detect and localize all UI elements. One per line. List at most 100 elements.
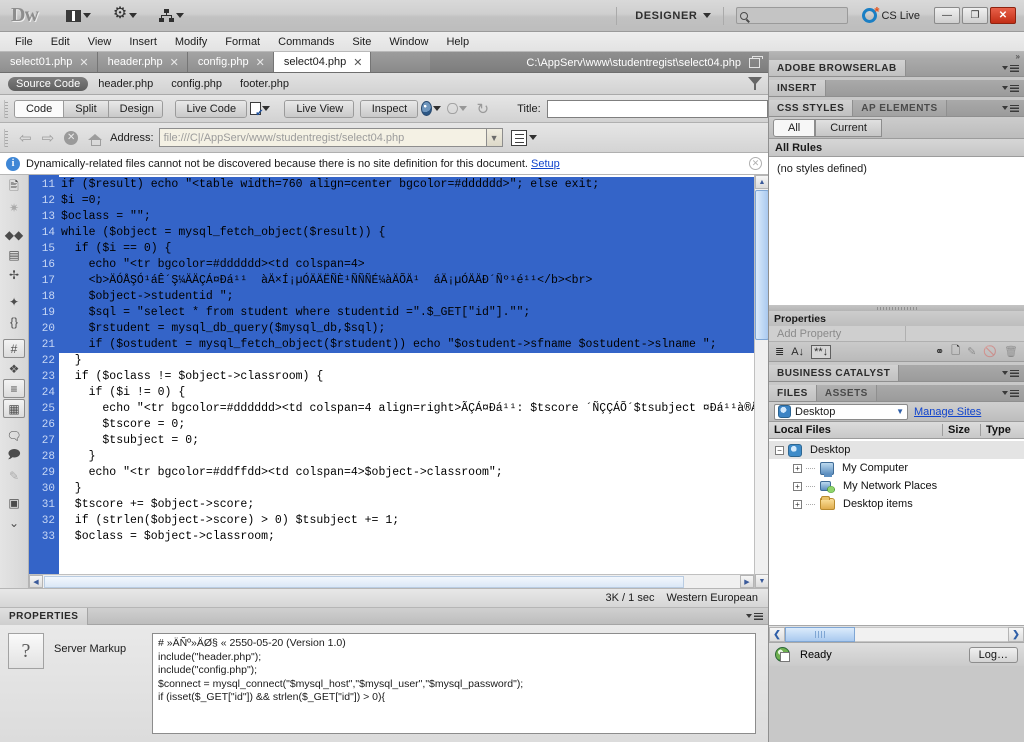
collapse-selection-icon[interactable]: ▤ (3, 245, 25, 264)
show-only-set-properties-icon[interactable]: **↓ (811, 345, 831, 359)
properties-tab[interactable]: PROPERTIES (0, 608, 88, 625)
file-tree-horizontal-scrollbar[interactable]: ❮ ❯ (769, 625, 1024, 642)
visual-aids-button[interactable] (447, 100, 467, 118)
inspect-button[interactable]: Inspect (361, 101, 418, 117)
panel-menu-button[interactable] (746, 613, 763, 620)
workspace-switcher-label[interactable]: DESIGNER (623, 10, 703, 22)
attach-style-sheet-icon[interactable]: ⚭ (935, 345, 944, 358)
code-line[interactable]: echo "<tr bgcolor=#ddffdd><td colspan=4>… (59, 465, 768, 481)
css-rules-list[interactable]: (no styles defined) (769, 157, 1024, 305)
insert-panel-header[interactable]: INSERT (769, 80, 1024, 97)
panel-menu-button[interactable] (997, 60, 1024, 76)
show-category-view-icon[interactable]: ≣ (775, 345, 784, 358)
add-property-row[interactable]: Add Property (769, 326, 1024, 342)
tab-css-styles[interactable]: CSS STYLES (769, 100, 853, 116)
stop-icon[interactable]: ✕ (64, 131, 78, 145)
file-tree-row[interactable]: +My Network Places (769, 477, 1024, 495)
format-source-code-icon[interactable]: ✎ (3, 466, 25, 485)
code-text-area[interactable]: if ($result) echo "<table width=760 alig… (59, 175, 768, 588)
menu-item-commands[interactable]: Commands (269, 34, 343, 50)
tab-files[interactable]: FILES (769, 385, 817, 401)
more-tools-icon[interactable]: ⌄ (3, 513, 25, 532)
delete-property-icon[interactable]: 🗑 (1004, 345, 1018, 358)
browserlab-tab[interactable]: ADOBE BROWSERLAB (769, 60, 906, 76)
site-select[interactable]: Desktop ▼ (774, 404, 908, 420)
file-tree-row[interactable]: +Desktop items (769, 495, 1024, 513)
chevron-down-icon[interactable] (529, 135, 537, 140)
design-view-button[interactable]: Design (109, 101, 163, 117)
restore-button[interactable]: ❐ (962, 7, 988, 24)
menu-item-view[interactable]: View (79, 34, 121, 50)
panel-menu-button[interactable] (997, 365, 1024, 381)
expand-icon[interactable]: + (793, 464, 802, 473)
scroll-left-button[interactable]: ❮ (769, 627, 785, 642)
panel-menu-button[interactable] (997, 100, 1024, 116)
code-line[interactable]: if ($oclass != $object->classroom) { (59, 369, 768, 385)
scroll-left-button[interactable]: ◀ (29, 575, 43, 588)
code-line[interactable]: if ($i != 0) { (59, 385, 768, 401)
expand-all-icon[interactable]: ✢ (3, 265, 25, 284)
column-local-files[interactable]: Local Files (769, 424, 942, 436)
horizontal-scroll-thumb[interactable] (44, 576, 684, 588)
code-vertical-scrollbar[interactable]: ▲ ▼ (754, 175, 768, 588)
document-tab[interactable]: config.php✕ (188, 52, 274, 72)
expand-icon[interactable]: + (793, 482, 802, 491)
document-tab[interactable]: select01.php✕ (0, 52, 98, 72)
code-line[interactable]: $oclass = ""; (59, 209, 768, 225)
open-documents-icon[interactable]: 🖹 (3, 178, 25, 197)
file-tree-row[interactable]: −Desktop (769, 441, 1024, 459)
menu-item-insert[interactable]: Insert (120, 34, 166, 50)
code-line[interactable]: $sql = "select * from student where stud… (59, 305, 768, 321)
code-line[interactable]: } (59, 353, 768, 369)
scroll-up-button[interactable]: ▲ (755, 175, 769, 189)
server-markup-code[interactable]: # »ÄÑº»ÄØ§ « 2550-05-20 (Version 1.0) in… (152, 633, 756, 734)
layout-switcher-button[interactable] (64, 8, 93, 24)
menu-item-modify[interactable]: Modify (166, 34, 216, 50)
collapse-full-tag-icon-2[interactable]: ◆◆ (3, 225, 25, 244)
code-line[interactable]: echo "<tr bgcolor=#dddddd><td colspan=4> (59, 257, 768, 273)
menu-item-help[interactable]: Help (437, 34, 478, 50)
insert-tab[interactable]: INSERT (769, 80, 826, 96)
code-line[interactable]: } (59, 481, 768, 497)
apply-comment-icon[interactable]: ≡ (3, 379, 25, 398)
tab-assets[interactable]: ASSETS (817, 385, 877, 401)
code-line[interactable]: $rstudent = mysql_db_query($mysql_db,$sq… (59, 321, 768, 337)
cs-live-button[interactable]: CS Live (862, 8, 920, 23)
home-icon[interactable] (88, 132, 102, 144)
related-file-item[interactable]: Source Code (8, 77, 88, 91)
file-management-icon[interactable] (511, 130, 527, 146)
collapse-icon[interactable]: − (775, 446, 784, 455)
close-tab-icon[interactable]: ✕ (79, 56, 88, 69)
extend-settings-button[interactable] (111, 7, 139, 25)
code-line[interactable]: } (59, 449, 768, 465)
menu-item-file[interactable]: File (6, 34, 42, 50)
site-management-button[interactable] (157, 7, 186, 24)
live-code-button[interactable]: Live Code (176, 101, 247, 117)
dock-collapse-button[interactable]: » (769, 52, 1024, 60)
related-file-item[interactable]: config.php (163, 77, 230, 91)
show-list-view-icon[interactable]: A↓ (791, 346, 804, 358)
live-view-button[interactable]: Live View (285, 101, 353, 117)
menu-item-site[interactable]: Site (343, 34, 380, 50)
restore-document-icon[interactable] (749, 58, 760, 68)
vertical-scroll-thumb[interactable] (755, 190, 769, 340)
business-catalyst-panel-header[interactable]: BUSINESS CATALYST (769, 365, 1024, 382)
close-tab-icon[interactable]: ✕ (353, 56, 362, 69)
menu-item-edit[interactable]: Edit (42, 34, 79, 50)
chevron-down-icon[interactable] (703, 13, 711, 18)
column-type[interactable]: Type (980, 424, 1024, 436)
document-tab[interactable]: header.php✕ (98, 52, 188, 72)
related-file-item[interactable]: header.php (90, 77, 161, 91)
expand-icon[interactable]: + (793, 500, 802, 509)
scroll-right-button[interactable]: ▶ (740, 575, 754, 588)
code-line[interactable]: if ($result) echo "<table width=760 alig… (59, 177, 768, 193)
address-dropdown-icon[interactable]: ▼ (487, 128, 503, 147)
related-file-item[interactable]: footer.php (232, 77, 297, 91)
code-line[interactable]: if ($ostudent = mysql_fetch_object($rstu… (59, 337, 768, 353)
code-line[interactable]: $oclass = $object->classroom; (59, 529, 768, 545)
balance-braces-icon[interactable]: {} (3, 312, 25, 331)
setup-link[interactable]: Setup (531, 158, 560, 170)
indent-code-icon[interactable]: 🗨 (3, 426, 25, 445)
code-view-button[interactable]: Code (15, 101, 64, 117)
recent-snippets-icon[interactable]: ▣ (3, 493, 25, 512)
